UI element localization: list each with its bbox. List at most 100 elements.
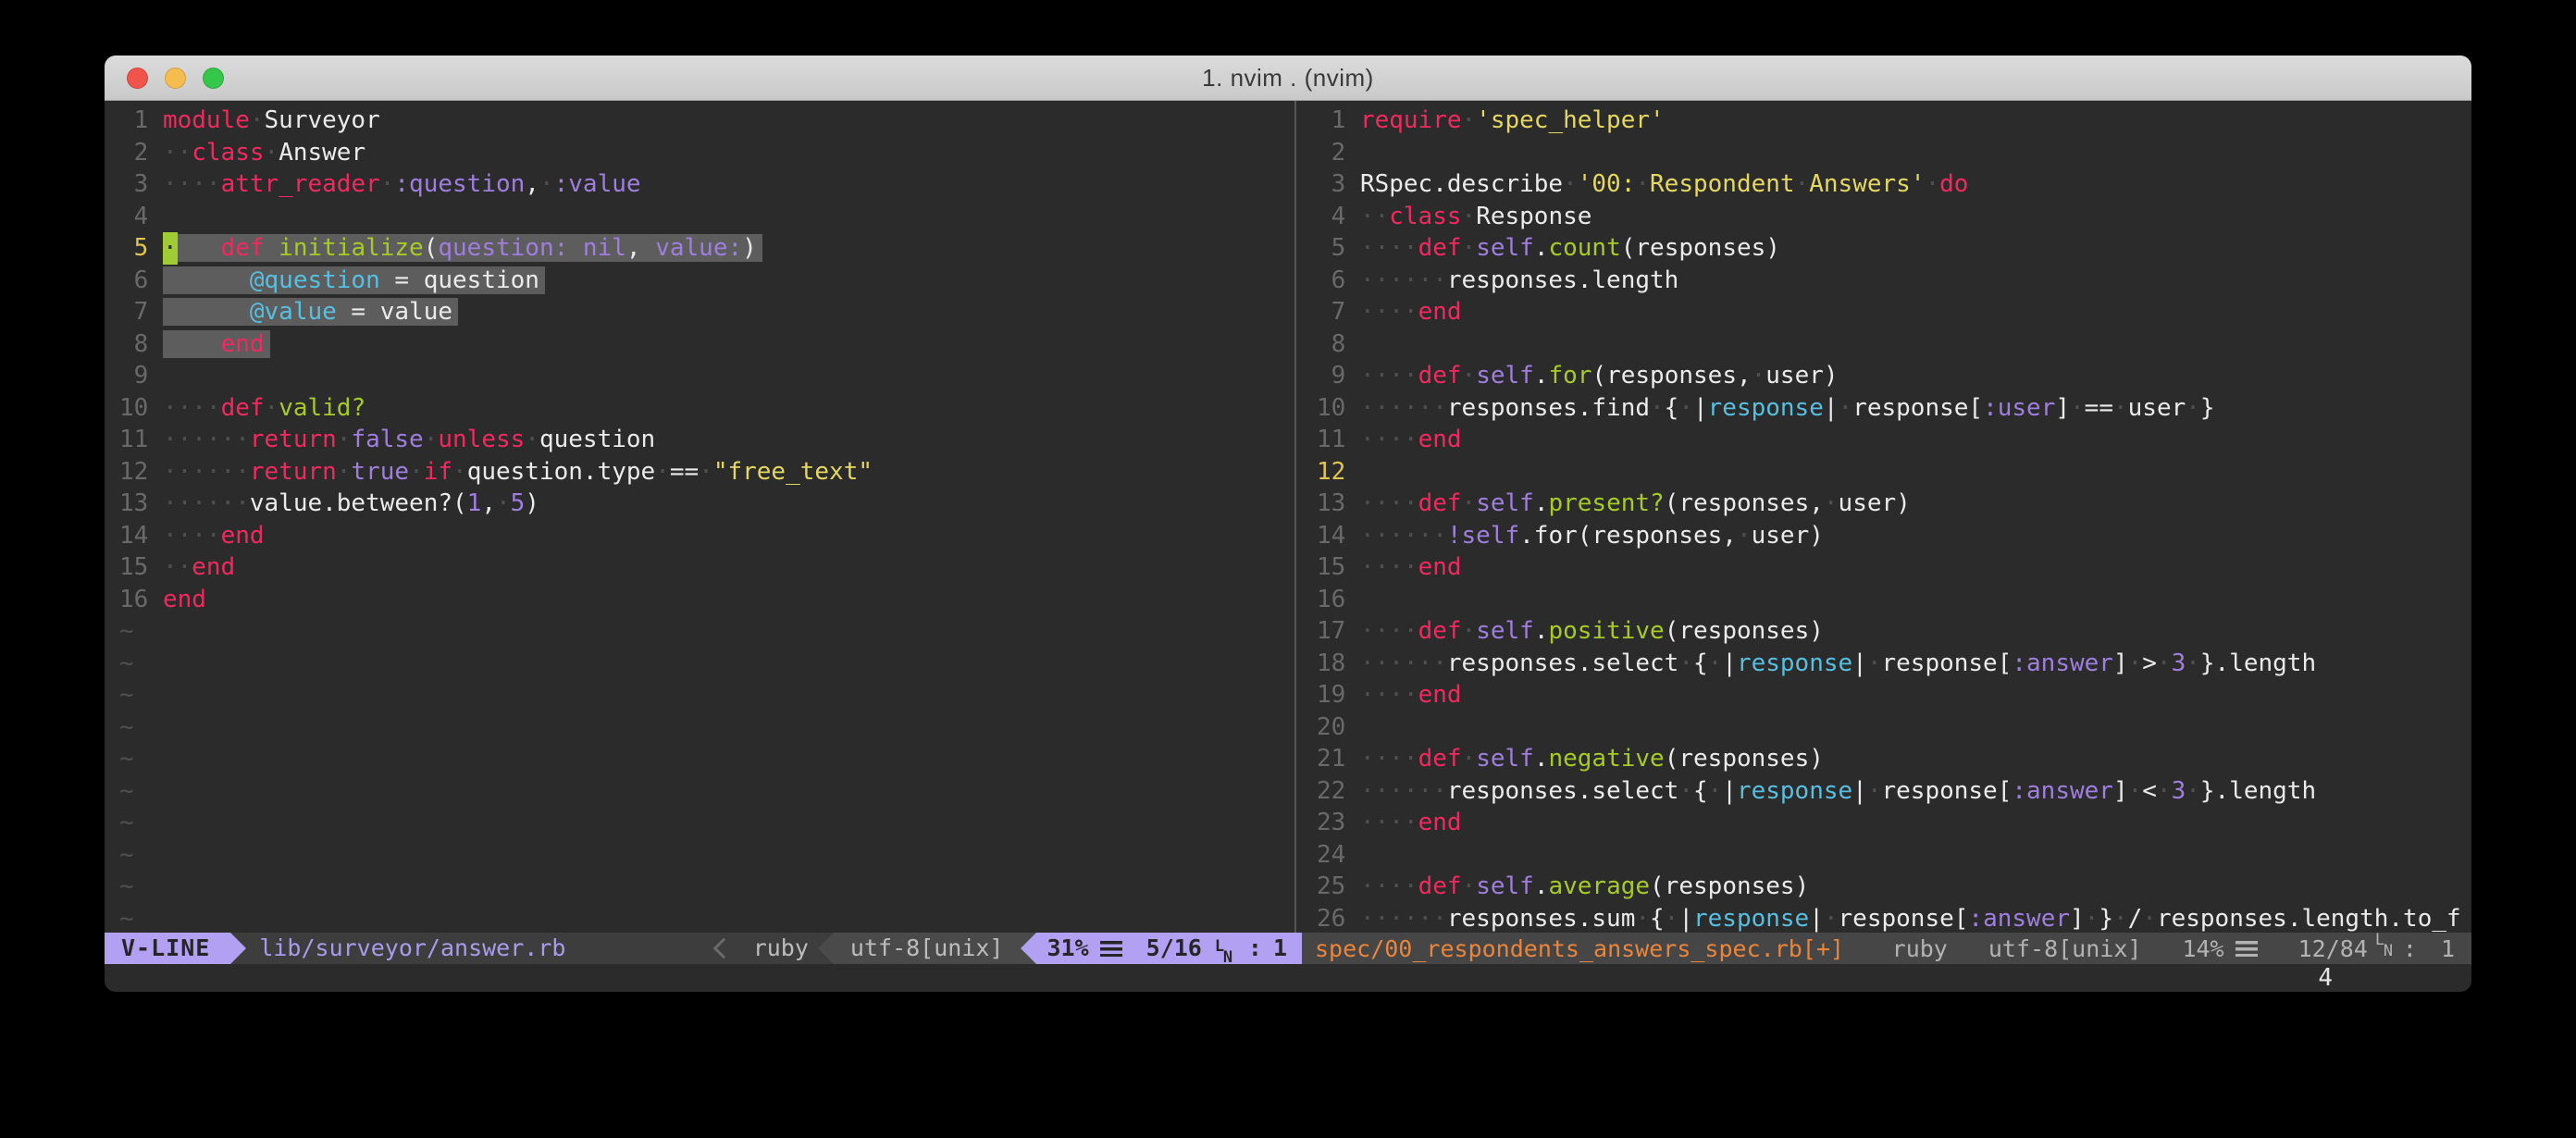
- code-token: ==: [670, 458, 699, 486]
- code-token: response[: [1881, 649, 2012, 677]
- code-line[interactable]: 15··end: [119, 551, 1289, 584]
- code-line[interactable]: 12: [1317, 456, 2471, 489]
- code-line[interactable]: 4··class·Response: [1317, 201, 2471, 233]
- code-line[interactable]: 24: [1317, 839, 2471, 872]
- vertical-split-divider[interactable]: [1289, 101, 1302, 933]
- buffer-lines-icon: [1100, 941, 1122, 957]
- code-token: valid?: [279, 394, 365, 422]
- code-token: RSpec.describe: [1360, 170, 1563, 198]
- code-line[interactable]: 15····end: [1317, 551, 2471, 584]
- code-token: {: [1693, 649, 1708, 677]
- code-token: ·: [1462, 872, 1477, 900]
- code-line[interactable]: 13······value.between?(1,·5): [119, 488, 1289, 520]
- code-line[interactable]: 9····def·self.for(responses,·user): [1317, 360, 2471, 392]
- code-token: ······: [1360, 394, 1447, 422]
- colon-separator: :: [2403, 935, 2417, 962]
- buffer-lines-icon: [2235, 941, 2258, 957]
- close-button[interactable]: [127, 68, 148, 89]
- code-token: ·: [2128, 649, 2143, 677]
- colon-separator: :: [1248, 933, 1262, 964]
- code-token: ·: [1708, 777, 1723, 805]
- encoding-indicator: utf-8[unix]: [834, 933, 1021, 964]
- code-line[interactable]: 25····def·self.average(responses): [1317, 871, 2471, 903]
- code-token: [163, 266, 250, 294]
- code-line[interactable]: 22······responses.select·{·|response|·re…: [1317, 775, 2471, 808]
- code-line[interactable]: 21····def·self.negative(responses): [1317, 743, 2471, 775]
- code-line[interactable]: 16: [1317, 584, 2471, 616]
- code-line[interactable]: 9: [119, 360, 1289, 392]
- code-token: ····: [163, 394, 221, 422]
- code-line[interactable]: 1module·Surveyor: [119, 105, 1289, 137]
- line-number: 9: [119, 360, 148, 392]
- code-token: "free_text": [713, 458, 873, 486]
- code-line[interactable]: 7 @value = value: [119, 296, 1289, 328]
- code-token: for: [1548, 362, 1591, 390]
- code-line[interactable]: 4: [119, 201, 1289, 233]
- code-line[interactable]: 23····end: [1317, 807, 2471, 839]
- chevron-left-icon: [712, 938, 734, 959]
- code-line[interactable]: 5····def·self.count(responses): [1317, 232, 2471, 265]
- code-token: = value: [337, 298, 452, 326]
- code-token: ·: [1867, 649, 1882, 677]
- code-token: {: [1693, 777, 1708, 805]
- code-line[interactable]: 5· def initialize(question: nil, value:): [119, 232, 1289, 265]
- code-line[interactable]: 8: [1317, 328, 2471, 361]
- code-line[interactable]: 8 end: [119, 328, 1289, 361]
- code-token: }.length: [2200, 777, 2316, 805]
- code-token: |: [1722, 777, 1737, 805]
- code-token: response: [1737, 649, 1852, 677]
- code-token: ·: [1563, 170, 1578, 198]
- code-token: ·: [2157, 649, 2172, 677]
- tilde-marker: ~: [119, 841, 134, 869]
- code-token: [265, 234, 279, 262]
- editor-pane-right[interactable]: 1require·'spec_helper'23RSpec.describe·'…: [1302, 101, 2471, 933]
- code-line[interactable]: 17····def·self.positive(responses): [1317, 615, 2471, 648]
- code-line[interactable]: 16end: [119, 584, 1289, 616]
- encoding-indicator: utf-8[unix]: [1988, 935, 2142, 962]
- buffer-answer-rb[interactable]: 1module·Surveyor2··class·Answer3····attr…: [119, 105, 1289, 933]
- code-line[interactable]: 3RSpec.describe·'00:·Respondent·Answers'…: [1317, 168, 2471, 201]
- code-token: response: [1708, 394, 1824, 422]
- code-line[interactable]: 18······responses.select·{·|response|·re…: [1317, 648, 2471, 680]
- code-token: responses.length.to_f: [2157, 905, 2461, 933]
- line-text: ······!self.for(responses,·user): [1360, 522, 1824, 550]
- minimize-button[interactable]: [165, 68, 186, 89]
- code-token: end: [163, 586, 206, 613]
- code-token: end: [221, 522, 265, 550]
- line-number: 1: [119, 105, 148, 137]
- code-line[interactable]: 2··class·Answer: [119, 137, 1289, 169]
- code-line[interactable]: 7····end: [1317, 296, 2471, 328]
- code-line[interactable]: 6······responses.length: [1317, 265, 2471, 297]
- code-line[interactable]: 11····end: [1317, 424, 2471, 456]
- buffer-spec-rb[interactable]: 1require·'spec_helper'23RSpec.describe·'…: [1317, 105, 2471, 933]
- code-line[interactable]: 10····def·valid?: [119, 392, 1289, 425]
- code-token: |: [1824, 394, 1839, 422]
- code-line[interactable]: 20: [1317, 711, 2471, 744]
- code-token: @value: [250, 298, 337, 326]
- line-number: 13: [119, 488, 148, 520]
- code-line[interactable]: 14······!self.for(responses,·user): [1317, 520, 2471, 552]
- empty-buffer-line: ~: [119, 743, 1289, 775]
- filetype-indicator: ruby: [744, 933, 818, 964]
- powerline-arrow-icon: [818, 933, 834, 964]
- code-line[interactable]: 26······responses.sum·{·|response|·respo…: [1317, 903, 2471, 934]
- code-line[interactable]: 11······return·false·unless·question: [119, 424, 1289, 456]
- maximize-button[interactable]: [203, 68, 224, 89]
- line-number: 2: [119, 137, 148, 169]
- code-line[interactable]: 12······return·true·if·question.type·==·…: [119, 456, 1289, 489]
- code-line[interactable]: 6 @question = question: [119, 265, 1289, 297]
- code-token: initialize: [279, 234, 424, 262]
- code-line[interactable]: 1require·'spec_helper': [1317, 105, 2471, 137]
- code-line[interactable]: 13····def·self.present?(responses,·user): [1317, 488, 2471, 520]
- line-text: ······responses.length: [1360, 266, 1678, 294]
- code-line[interactable]: 2: [1317, 137, 2471, 169]
- line-number: 18: [1317, 648, 1345, 680]
- code-line[interactable]: 10······responses.find·{·|response|·resp…: [1317, 392, 2471, 425]
- editor-pane-left[interactable]: 1module·Surveyor2··class·Answer3····attr…: [105, 101, 1289, 933]
- line-text: ····def·self.count(responses): [1360, 234, 1780, 262]
- code-line[interactable]: 14····end: [119, 520, 1289, 552]
- code-token: def: [1418, 489, 1462, 517]
- code-line[interactable]: 19····end: [1317, 679, 2471, 711]
- code-token: end: [1418, 553, 1462, 581]
- code-line[interactable]: 3····attr_reader·:question,·:value: [119, 168, 1289, 201]
